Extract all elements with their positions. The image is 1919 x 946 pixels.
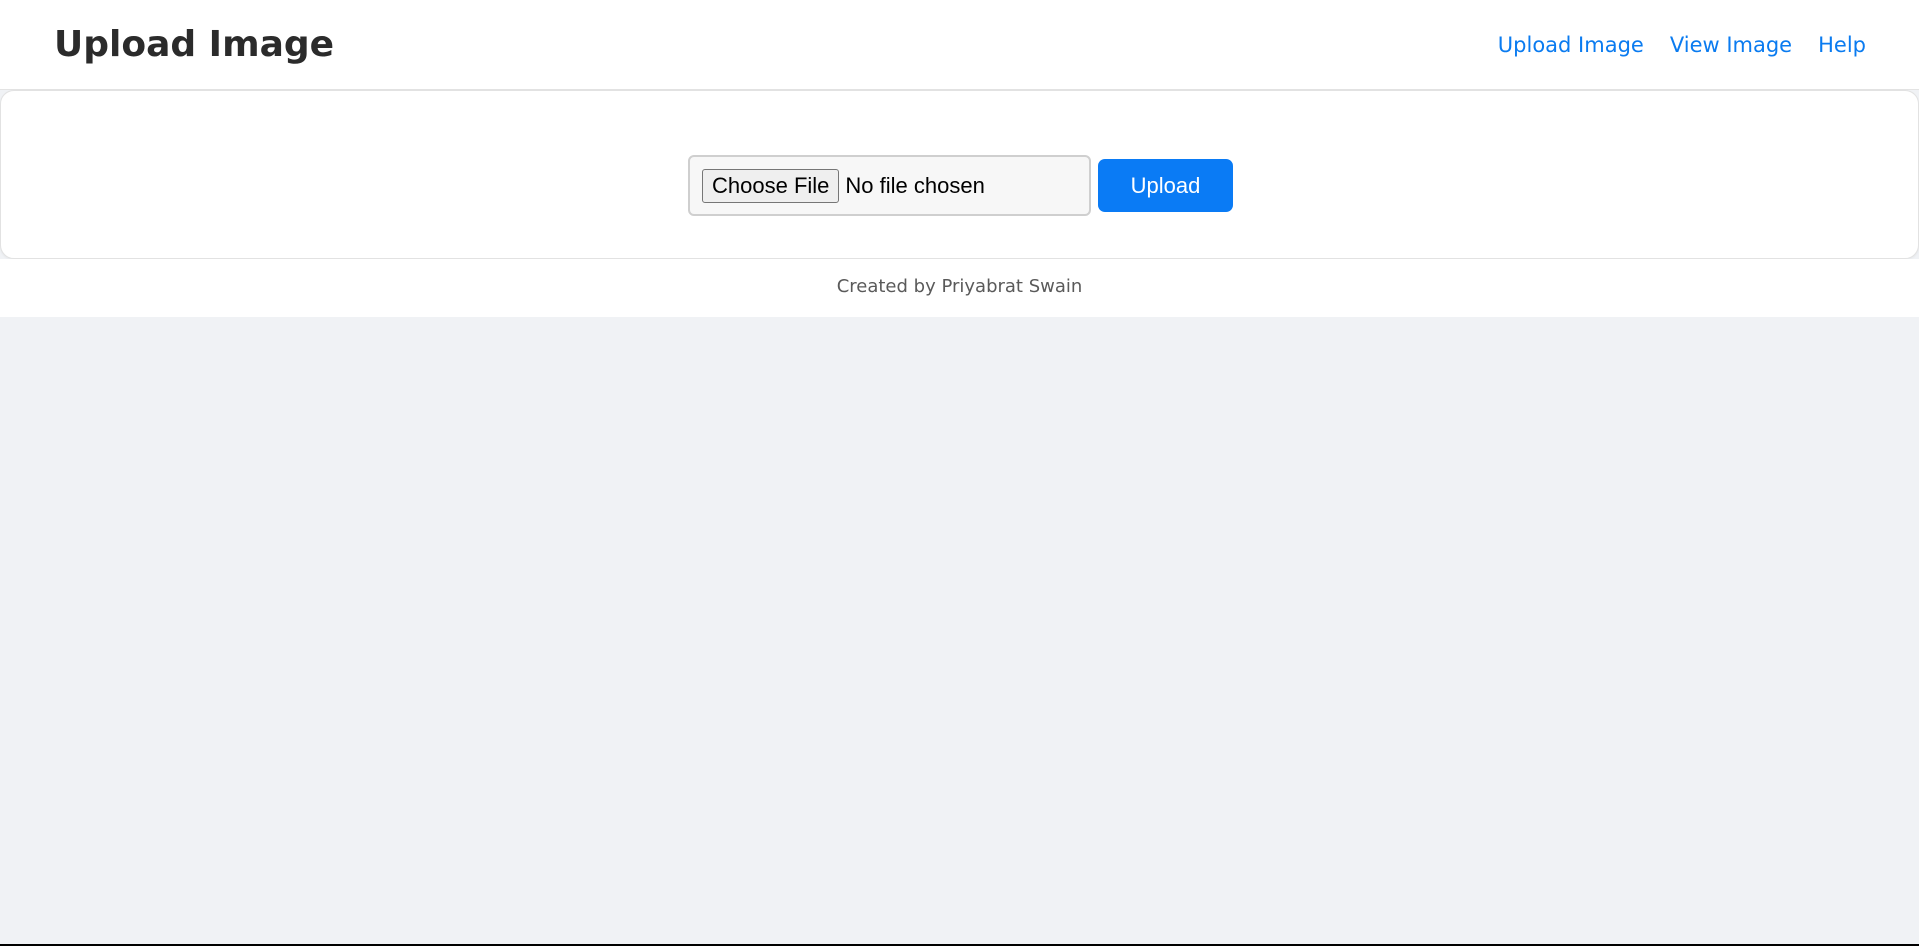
- file-status-text: No file chosen: [845, 172, 985, 198]
- footer-credit: Created by Priyabrat Swain: [836, 276, 1083, 297]
- nav-link-upload-image[interactable]: Upload Image: [1498, 28, 1644, 62]
- navbar: Upload Image Upload Image View Image Hel…: [0, 0, 1919, 90]
- page-title: Upload Image: [54, 24, 335, 65]
- nav-link-help[interactable]: Help: [1818, 28, 1866, 62]
- footer: Created by Priyabrat Swain: [0, 259, 1919, 317]
- upload-button[interactable]: Upload: [1098, 159, 1233, 212]
- choose-file-button[interactable]: Choose File: [702, 168, 840, 203]
- upload-form: Choose File No file chosen Upload: [688, 155, 1233, 216]
- nav-link-view-image[interactable]: View Image: [1670, 28, 1792, 62]
- upload-card: Choose File No file chosen Upload: [0, 90, 1919, 259]
- nav-links: Upload Image View Image Help: [1498, 28, 1866, 62]
- file-input[interactable]: Choose File No file chosen: [688, 155, 1091, 216]
